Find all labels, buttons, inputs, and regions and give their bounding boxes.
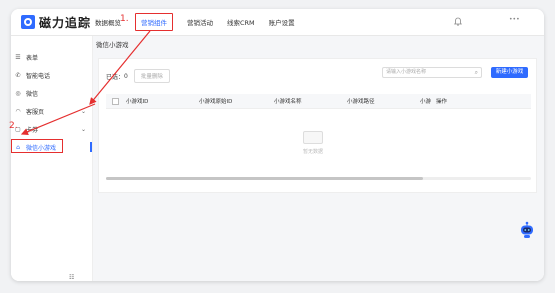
wechat-icon: ◎ bbox=[15, 89, 21, 97]
nav-account-settings[interactable]: 账户设置 bbox=[269, 17, 295, 27]
bell-icon[interactable] bbox=[454, 17, 462, 26]
nav-marketing-components[interactable]: 营销组件 bbox=[135, 13, 173, 31]
logo: 磁力追踪 bbox=[21, 14, 91, 30]
empty-text: 暂无数据 bbox=[302, 149, 323, 155]
highlight-box bbox=[11, 139, 63, 153]
sidebar-item-label: 表单 bbox=[26, 54, 39, 62]
selected-count: 0 bbox=[124, 72, 128, 80]
selected-label: 已选： bbox=[106, 73, 125, 81]
sidebar-item-customer-service[interactable]: ◠ 客服页 ⌄ bbox=[11, 104, 92, 118]
search-icon[interactable]: ⌕ bbox=[475, 68, 478, 77]
empty-state: 暂无数据 bbox=[298, 131, 328, 155]
selection-toolbar: 已选： 0 批量删除 bbox=[106, 69, 170, 83]
main-content: 微信小游戏 已选： 0 批量删除 请输入小游戏名称 ⌕ 新建小游戏 小游戏ID … bbox=[93, 36, 544, 281]
top-navbar: 磁力追踪 数据概览 营销组件 营销活动 线索CRM 账户设置 ••• bbox=[11, 9, 544, 36]
assistant-robot-icon[interactable] bbox=[519, 221, 535, 239]
new-minigame-button[interactable]: 新建小游戏 bbox=[491, 67, 528, 78]
batch-delete-button[interactable]: 批量删除 bbox=[133, 69, 170, 83]
app-window: 磁力追踪 数据概览 营销组件 营销活动 线索CRM 账户设置 ••• ☰ 表单 … bbox=[11, 9, 544, 281]
search-placeholder: 请输入小游戏名称 bbox=[386, 69, 427, 75]
page-title: 微信小游戏 bbox=[96, 41, 129, 49]
headset-icon: ◠ bbox=[15, 107, 21, 115]
annotation-step-2: 2. bbox=[9, 121, 18, 131]
column-header: 操作 bbox=[436, 99, 448, 105]
chevron-down-icon: ⌄ bbox=[80, 107, 86, 115]
horizontal-scrollbar[interactable] bbox=[106, 177, 531, 180]
sidebar-item-wechat[interactable]: ◎ 微信 bbox=[11, 86, 92, 100]
scrollbar-thumb[interactable] bbox=[106, 177, 423, 180]
sidebar-item-label: 智能电话 bbox=[26, 72, 51, 80]
sidebar-item-label: 客服页 bbox=[26, 108, 45, 116]
nav-marketing-activities[interactable]: 营销活动 bbox=[187, 17, 213, 27]
nav-leads-crm[interactable]: 线索CRM bbox=[227, 17, 255, 27]
chevron-down-icon: ⌄ bbox=[80, 125, 86, 133]
column-header: 小游 bbox=[420, 99, 432, 105]
annotation-step-1: 1. bbox=[120, 14, 129, 24]
column-header: 小游戏路径 bbox=[347, 99, 375, 105]
search-input[interactable]: 请输入小游戏名称 ⌕ bbox=[382, 67, 482, 78]
select-all-checkbox[interactable] bbox=[112, 98, 119, 105]
logo-text: 磁力追踪 bbox=[39, 15, 92, 30]
empty-box-icon bbox=[303, 131, 323, 144]
sidebar-item-form[interactable]: ☰ 表单 bbox=[11, 50, 92, 64]
column-header: 小游戏名称 bbox=[274, 99, 302, 105]
column-header: 小游戏原始ID bbox=[199, 99, 233, 105]
nav-data-overview[interactable]: 数据概览 bbox=[95, 17, 121, 27]
sidebar-item-smart-phone[interactable]: ✆ 智能电话 bbox=[11, 68, 92, 82]
table-header: 小游戏ID 小游戏原始ID 小游戏名称 小游戏路径 小游 操作 bbox=[106, 94, 531, 109]
phone-icon: ✆ bbox=[15, 71, 21, 79]
column-header: 小游戏ID bbox=[126, 99, 149, 105]
sidebar-item-label: 微信 bbox=[26, 90, 39, 98]
collapse-sidebar-icon[interactable]: ☷ bbox=[69, 274, 74, 281]
content-card: 已选： 0 批量删除 请输入小游戏名称 ⌕ 新建小游戏 小游戏ID 小游戏原始I… bbox=[98, 58, 537, 193]
user-menu[interactable]: ••• bbox=[509, 16, 520, 23]
logo-icon bbox=[21, 15, 35, 29]
sidebar: ☰ 表单 ✆ 智能电话 ◎ 微信 ◠ 客服页 ⌄ ▢ 卡券 ⌄ ⌂ 微信小游戏 … bbox=[11, 36, 93, 281]
sidebar-item-label: 卡券 bbox=[26, 126, 39, 134]
sidebar-item-coupon[interactable]: ▢ 卡券 ⌄ bbox=[11, 122, 92, 136]
active-indicator bbox=[90, 142, 92, 152]
list-icon: ☰ bbox=[15, 53, 21, 61]
